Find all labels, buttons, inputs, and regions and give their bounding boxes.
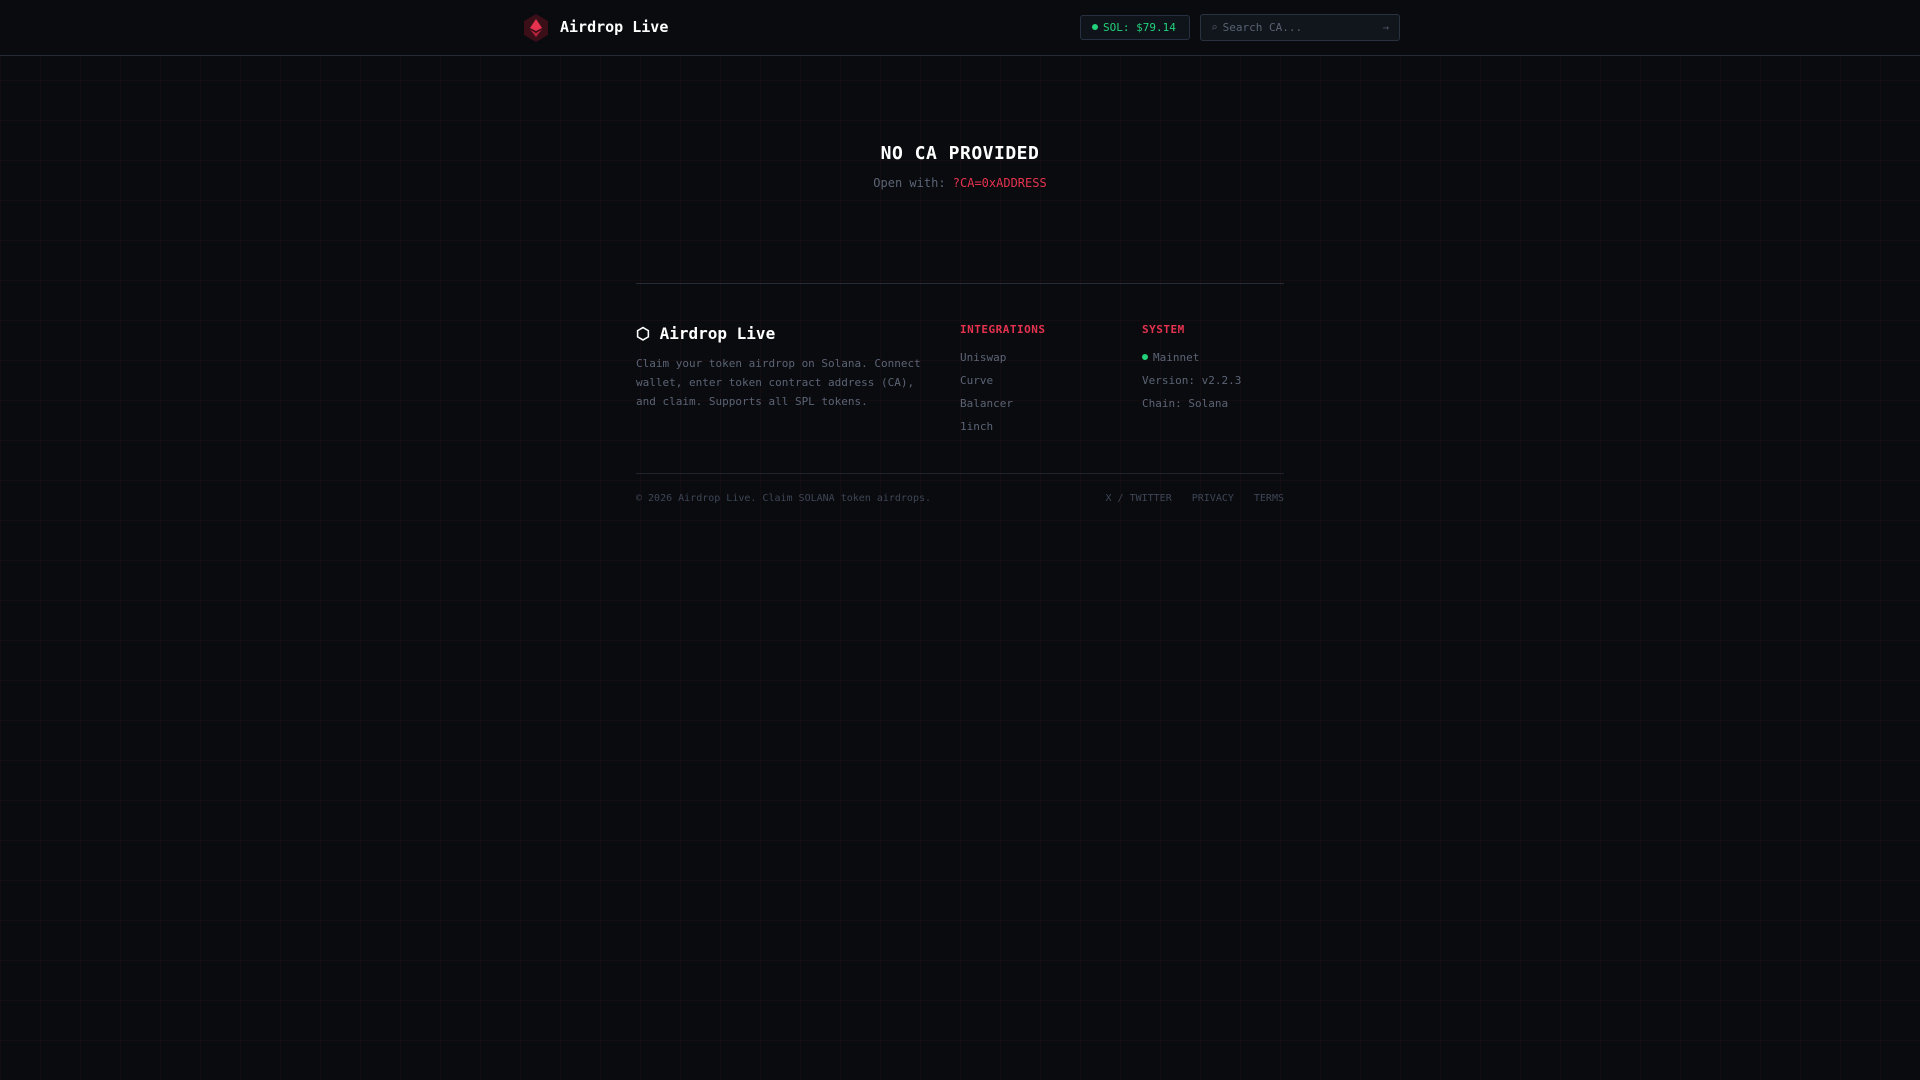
terms-link[interactable]: TERMS [1254, 493, 1284, 504]
integrations-column: INTEGRATIONS Uniswap Curve Balancer 1inc… [960, 323, 1045, 438]
logo-icon [524, 14, 548, 42]
brand-link[interactable]: Airdrop Live [560, 18, 668, 36]
footer-divider [636, 283, 1284, 284]
sol-price-badge: SOL: $79.14 [1080, 15, 1190, 40]
twitter-link[interactable]: X / TWITTER [1106, 493, 1172, 504]
footer-bottom-divider [636, 473, 1284, 474]
footer-links: X / TWITTER PRIVACY TERMS [1106, 493, 1285, 504]
empty-hint: Open with: ?CA=0xADDRESS [873, 176, 1047, 190]
version: Version: v2.2.3 [1142, 374, 1242, 387]
network-status: Mainnet [1142, 346, 1241, 369]
arrow-right-icon[interactable]: → [1382, 21, 1389, 34]
integration-link[interactable]: 1inch [960, 415, 1045, 438]
search-box: ⌕ → [1200, 14, 1400, 41]
status-dot-icon [1092, 24, 1098, 30]
chain: Chain: Solana [1142, 397, 1229, 410]
integrations-title: INTEGRATIONS [960, 323, 1046, 336]
privacy-link[interactable]: PRIVACY [1192, 493, 1234, 504]
integration-link[interactable]: Curve [960, 369, 1045, 392]
empty-title: NO CA PROVIDED [880, 143, 1040, 164]
integration-link[interactable]: Uniswap [960, 346, 1045, 369]
top-bar: Airdrop Live SOL: $79.14 ⌕ → [0, 0, 1920, 56]
system-title: SYSTEM [1142, 323, 1185, 336]
status-dot-icon [1142, 354, 1148, 360]
integration-link[interactable]: Balancer [960, 392, 1045, 415]
copyright: © 2026 Airdrop Live. Claim SOLANA token … [636, 493, 932, 504]
sol-price: SOL: $79.14 [1103, 21, 1176, 34]
ca-param: ?CA=0xADDRESS [952, 176, 1047, 190]
empty-state: NO CA PROVIDED Open with: ?CA=0xADDRESS [0, 143, 1920, 190]
search-input[interactable] [1222, 21, 1383, 34]
search-icon: ⌕ [1211, 21, 1218, 34]
footer-description: Claim your token airdrop on Solana. Conn… [636, 357, 921, 408]
footer-brand: ⬡ Airdrop Live [636, 324, 776, 343]
system-column: SYSTEM Mainnet Version: v2.2.3 Chain: So… [1142, 323, 1241, 415]
